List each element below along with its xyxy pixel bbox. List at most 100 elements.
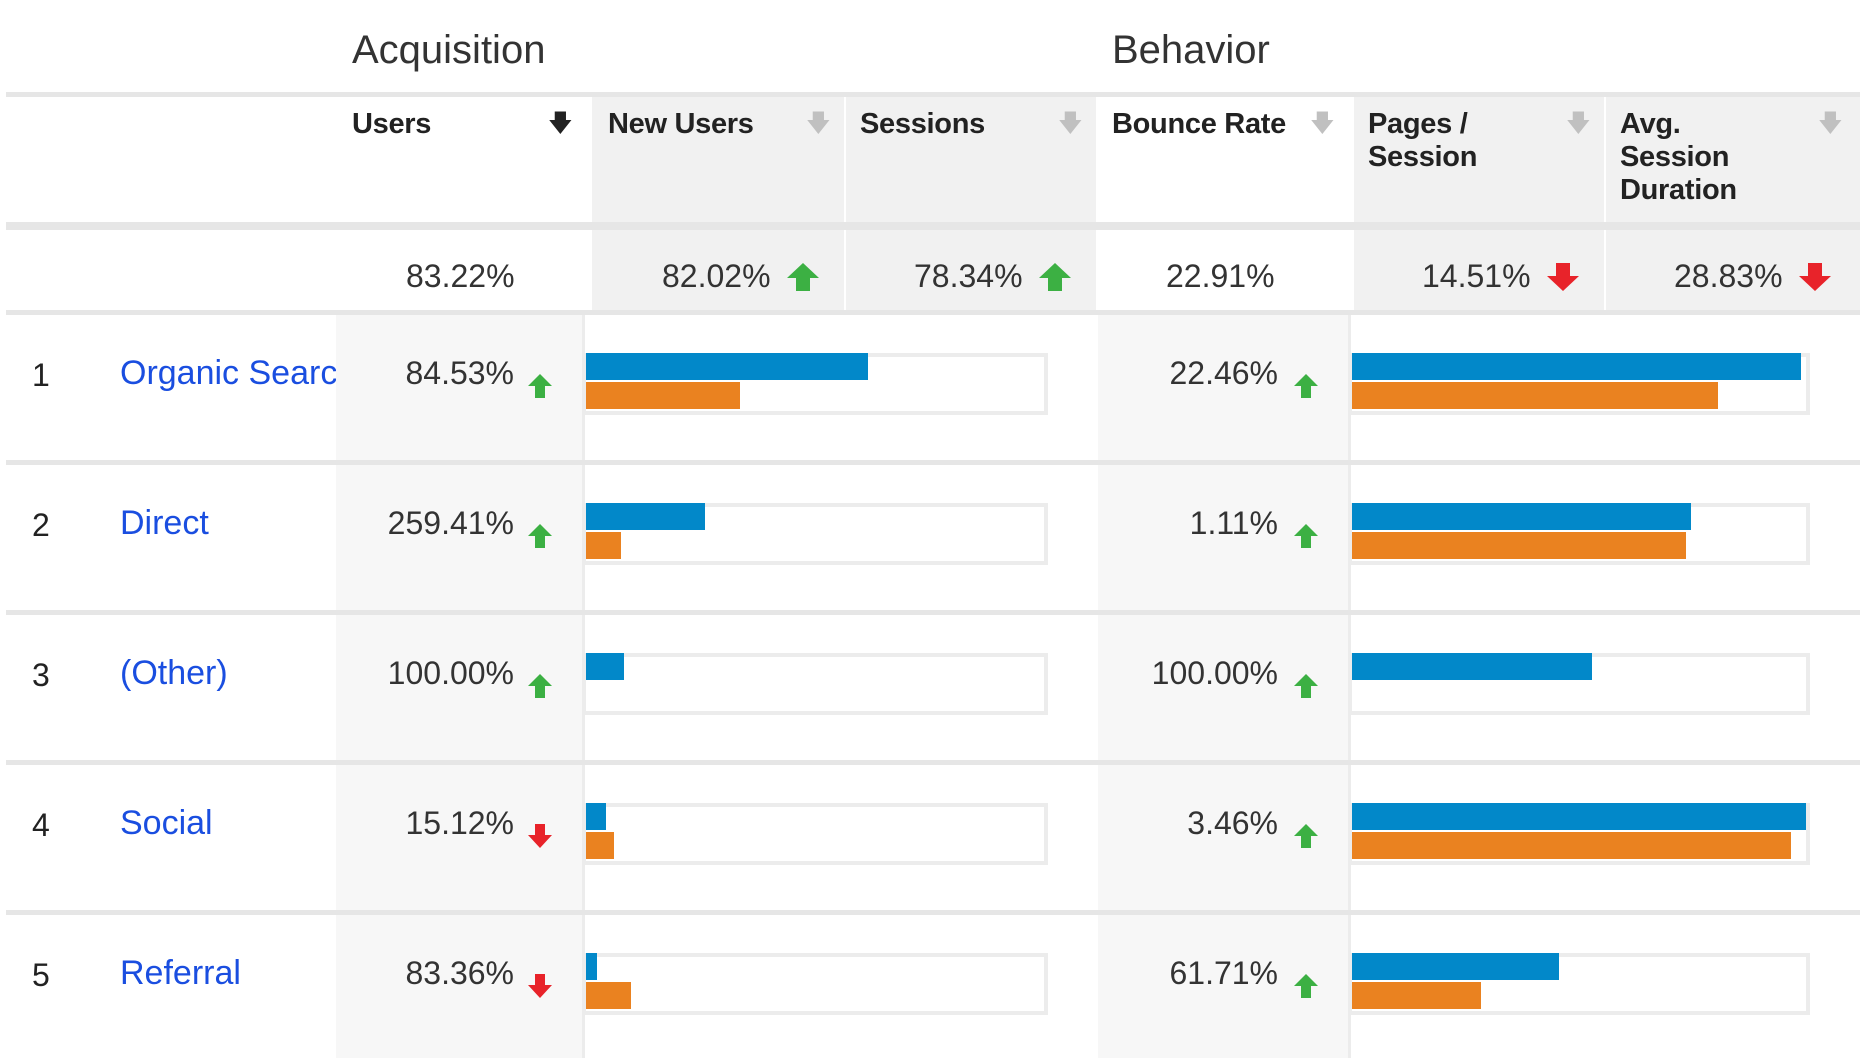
- trend-up-icon: [787, 263, 819, 291]
- row-rank: 1: [32, 357, 50, 393]
- comparison-bar-chart: [1348, 953, 1810, 1015]
- previous-period-bar: [1352, 982, 1481, 1009]
- users-change-value: 259.41%: [387, 505, 514, 541]
- col-label-new-users[interactable]: New Users: [608, 108, 754, 141]
- current-period-bar: [1352, 353, 1801, 380]
- channel-link[interactable]: Organic Search: [120, 354, 336, 392]
- users-change-value: 100.00%: [387, 655, 514, 691]
- current-period-bar: [586, 653, 624, 680]
- row-rank: 2: [32, 507, 50, 543]
- current-period-bar: [586, 503, 705, 530]
- summary-users: 83.22%: [406, 258, 515, 294]
- bounce-rate-change-value: 22.46%: [1169, 355, 1278, 391]
- trend-up-icon: [1294, 674, 1318, 698]
- col-label-pages-session[interactable]: Pages / Session: [1368, 108, 1477, 174]
- trend-down-icon: [528, 974, 552, 998]
- col-label-line: Session: [1620, 141, 1730, 173]
- row-rank: 4: [32, 807, 50, 843]
- trend-down-icon: [1547, 263, 1579, 291]
- table-row: 5 Referral 83.36% 61.71%: [0, 915, 1860, 1058]
- channel-cell: Referral: [120, 953, 336, 997]
- channel-link[interactable]: Direct: [120, 504, 209, 542]
- trend-up-icon: [1039, 263, 1071, 291]
- comparison-bar-chart: [582, 653, 1048, 715]
- comparison-bar-chart: [1348, 803, 1810, 865]
- users-change-value: 84.53%: [405, 355, 514, 391]
- trend-up-icon: [528, 524, 552, 548]
- col-label-bounce-rate[interactable]: Bounce Rate: [1112, 108, 1286, 141]
- summary-new-users: 82.02%: [662, 258, 771, 294]
- bounce-rate-change-value: 1.11%: [1189, 505, 1278, 541]
- previous-period-bar: [586, 382, 740, 409]
- current-period-bar: [586, 353, 868, 380]
- comparison-bar-chart: [1348, 353, 1810, 415]
- bounce-rate-change-value: 100.00%: [1151, 655, 1278, 691]
- current-period-bar: [1352, 653, 1592, 680]
- sort-down-icon[interactable]: 🡇: [1310, 112, 1335, 136]
- summary-sessions: 78.34%: [914, 258, 1023, 294]
- trend-down-icon: [528, 824, 552, 848]
- channel-cell: Organic Search: [120, 353, 336, 397]
- col-label-line: Session: [1368, 141, 1478, 173]
- row-rank: 3: [32, 657, 50, 693]
- channel-link[interactable]: (Other): [120, 654, 228, 692]
- table-row: 2 Direct 259.41% 1.11%: [0, 465, 1860, 615]
- comparison-bar-chart: [1348, 503, 1810, 565]
- previous-period-bar: [586, 832, 614, 859]
- table-row: 1 Organic Search 84.53% 22.46%: [0, 315, 1860, 465]
- channel-cell: Social: [120, 803, 336, 847]
- channel-cell: (Other): [120, 653, 336, 697]
- trend-up-icon: [1294, 824, 1318, 848]
- bounce-rate-change-value: 3.46%: [1187, 805, 1278, 841]
- summary-avg-session-duration: 28.83%: [1674, 258, 1783, 294]
- channel-link[interactable]: Referral: [120, 954, 241, 992]
- trend-up-icon: [1294, 974, 1318, 998]
- comparison-bar-chart: [582, 503, 1048, 565]
- previous-period-bar: [1352, 832, 1791, 859]
- col-label-line: Duration: [1620, 174, 1737, 206]
- divider: [6, 222, 1860, 230]
- current-period-bar: [586, 803, 606, 830]
- trend-down-icon: [1799, 263, 1831, 291]
- channel-link[interactable]: Social: [120, 804, 213, 842]
- current-period-bar: [1352, 953, 1559, 980]
- trend-up-icon: [528, 374, 552, 398]
- table-row: 4 Social 15.12% 3.46%: [0, 765, 1860, 915]
- current-period-bar: [1352, 503, 1691, 530]
- report-table: Acquisition Behavior Users 🡇 New Users 🡇…: [0, 0, 1860, 1058]
- previous-period-bar: [1352, 532, 1686, 559]
- acquisition-group-title: Acquisition: [352, 28, 546, 72]
- channel-cell: Direct: [120, 503, 336, 547]
- trend-up-icon: [1294, 524, 1318, 548]
- col-label-line: Pages /: [1368, 108, 1468, 140]
- table-row: 3 (Other) 100.00% 100.00%: [0, 615, 1860, 765]
- col-label-sessions[interactable]: Sessions: [860, 108, 985, 141]
- col-label-avg-session-duration[interactable]: Avg. Session Duration: [1620, 108, 1737, 207]
- sort-down-icon[interactable]: 🡇: [548, 112, 573, 136]
- col-label-line: Avg.: [1620, 108, 1681, 140]
- divider: [6, 92, 1860, 97]
- summary-bounce-rate: 22.91%: [1166, 258, 1275, 294]
- behavior-group-title: Behavior: [1112, 28, 1270, 72]
- comparison-bar-chart: [582, 803, 1048, 865]
- bounce-rate-change-value: 61.71%: [1169, 955, 1278, 991]
- current-period-bar: [1352, 803, 1806, 830]
- users-change-value: 83.36%: [405, 955, 514, 991]
- current-period-bar: [586, 953, 597, 980]
- sort-down-icon[interactable]: 🡇: [1818, 112, 1843, 136]
- comparison-bar-chart: [582, 353, 1048, 415]
- trend-up-icon: [528, 674, 552, 698]
- comparison-bar-chart: [1348, 653, 1810, 715]
- row-rank: 5: [32, 957, 50, 993]
- trend-up-icon: [1294, 374, 1318, 398]
- comparison-bar-chart: [582, 953, 1048, 1015]
- previous-period-bar: [1352, 382, 1718, 409]
- sort-down-icon[interactable]: 🡇: [806, 112, 831, 136]
- users-change-value: 15.12%: [405, 805, 514, 841]
- sort-down-icon[interactable]: 🡇: [1058, 112, 1083, 136]
- col-label-users[interactable]: Users: [352, 108, 431, 141]
- sort-down-icon[interactable]: 🡇: [1566, 112, 1591, 136]
- summary-pages-session: 14.51%: [1422, 258, 1531, 294]
- previous-period-bar: [586, 532, 621, 559]
- previous-period-bar: [586, 982, 631, 1009]
